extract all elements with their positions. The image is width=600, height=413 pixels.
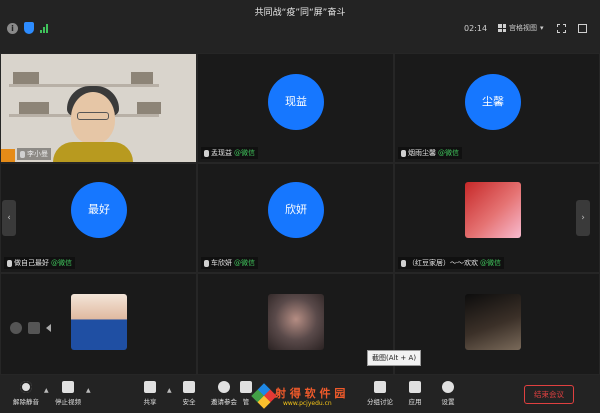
toolbar-label: 安全 bbox=[182, 398, 196, 406]
participant-namebar: 做自己最好 @微信 bbox=[4, 257, 75, 269]
mic-icon bbox=[20, 150, 25, 158]
chevron-down-icon: ▾ bbox=[540, 24, 544, 32]
wechat-suffix: @微信 bbox=[234, 259, 255, 267]
apps-icon bbox=[409, 381, 421, 393]
meeting-timer: 02:14 bbox=[464, 24, 488, 33]
invite-icon bbox=[218, 381, 230, 393]
mic-muted-icon bbox=[20, 381, 32, 393]
stop-video-button[interactable]: 停止视频 bbox=[48, 381, 88, 406]
view-mode-button[interactable]: 宫格视图 ▾ bbox=[498, 23, 544, 33]
site-watermark: 射 得 软 件 园 www.pcjyedu.cn bbox=[251, 383, 355, 413]
shield-icon bbox=[183, 381, 195, 393]
security-button[interactable]: 安全 bbox=[169, 381, 209, 406]
participant-namebar: （红豆家居）～～欢欢 @微信 bbox=[398, 257, 504, 269]
mic-icon bbox=[401, 259, 406, 267]
toolbar-label: 应用 bbox=[408, 398, 422, 406]
participant-namebar: 李小曼 bbox=[17, 148, 51, 160]
end-meeting-button[interactable]: 结束会议 bbox=[524, 385, 574, 404]
collapse-arrow-icon[interactable] bbox=[46, 324, 51, 332]
watermark-text: 射 得 软 件 园 bbox=[275, 387, 346, 400]
participant-name: 李小曼 bbox=[27, 150, 48, 158]
breakout-icon bbox=[374, 381, 386, 393]
profile-photo bbox=[268, 294, 324, 350]
avatar: 最好 bbox=[71, 182, 127, 238]
video-icon bbox=[62, 381, 74, 393]
participant-namebar: 孟现益 @微信 bbox=[201, 147, 258, 159]
participant-tile[interactable]: 欣妍 车欣妍 @微信 bbox=[197, 163, 394, 273]
profile-photo bbox=[465, 294, 521, 350]
mic-icon bbox=[204, 259, 209, 267]
wechat-suffix: @微信 bbox=[51, 259, 72, 267]
previous-page-arrow-icon[interactable]: ‹ bbox=[2, 200, 16, 236]
signal-icon[interactable] bbox=[40, 23, 48, 33]
participant-tile[interactable] bbox=[197, 273, 394, 375]
participant-name: 车欣妍 bbox=[211, 259, 232, 267]
bottom-toolbar: 解除静音 ▲ 停止视频 ▲ 共享 ▲ 安全 邀请参会 管 射 得 软 件 园 w… bbox=[0, 375, 600, 413]
participant-tile[interactable]: 尘馨 烟雨尘馨 @微信 bbox=[394, 53, 600, 163]
security-shield-icon[interactable] bbox=[24, 22, 34, 34]
chevron-up-icon[interactable]: ▲ bbox=[86, 387, 91, 394]
toolbar-label: 解除静音 bbox=[13, 398, 39, 406]
participant-tile[interactable]: 最好 做自己最好 @微信 bbox=[0, 163, 197, 273]
screenshot-tooltip: 截图(Alt + A) bbox=[367, 350, 422, 366]
participant-tile-video[interactable]: 李小曼 bbox=[0, 53, 197, 163]
participant-tile[interactable]: （红豆家居）～～欢欢 @微信 bbox=[394, 163, 600, 273]
wechat-suffix: @微信 bbox=[234, 149, 255, 157]
chat-icon[interactable] bbox=[28, 322, 40, 334]
emoji-icon[interactable] bbox=[10, 322, 22, 334]
wechat-suffix: @微信 bbox=[480, 259, 501, 267]
participant-name: 做自己最好 bbox=[14, 259, 49, 267]
share-screen-icon bbox=[144, 381, 156, 393]
top-left-icons: i bbox=[7, 22, 48, 34]
share-button[interactable]: 共享 bbox=[130, 381, 170, 406]
watermark-url: www.pcjyedu.cn bbox=[283, 400, 332, 407]
watermark-logo-icon bbox=[251, 383, 277, 409]
gear-icon bbox=[442, 381, 454, 393]
participant-tile[interactable] bbox=[394, 273, 600, 375]
info-icon[interactable]: i bbox=[7, 22, 18, 34]
mic-icon bbox=[204, 149, 209, 157]
view-mode-label: 宫格视图 bbox=[509, 24, 537, 32]
host-badge-icon bbox=[1, 149, 15, 162]
participant-video bbox=[1, 54, 196, 162]
unmute-button[interactable]: 解除静音 bbox=[6, 381, 46, 406]
profile-photo bbox=[465, 182, 521, 238]
participant-tile[interactable]: 现益 孟现益 @微信 bbox=[197, 53, 394, 163]
participant-name: （红豆家居）～～欢欢 bbox=[408, 259, 478, 267]
avatar: 现益 bbox=[268, 74, 324, 130]
toolbar-label: 分组讨论 bbox=[367, 398, 393, 406]
participant-grid: 李小曼 现益 孟现益 @微信 尘馨 烟雨尘馨 @微信 最好 做自己最好 @微信 欣妍 … bbox=[0, 53, 600, 375]
toolbar-label: 停止视频 bbox=[55, 398, 81, 406]
participant-name: 烟雨尘馨 bbox=[408, 149, 436, 157]
next-page-arrow-icon[interactable]: › bbox=[576, 200, 590, 236]
avatar: 尘馨 bbox=[465, 74, 521, 130]
toolbar-label: 共享 bbox=[143, 398, 157, 406]
breakout-button[interactable]: 分组讨论 bbox=[360, 381, 400, 406]
top-bar: 共同战“疫”同“屏”奋斗 i 02:14 宫格视图 ▾ bbox=[0, 0, 600, 55]
floating-tools bbox=[10, 322, 51, 334]
toolbar-label: 管 bbox=[242, 398, 250, 406]
participant-namebar: 车欣妍 @微信 bbox=[201, 257, 258, 269]
window-icon[interactable] bbox=[578, 24, 587, 33]
fullscreen-icon[interactable] bbox=[557, 24, 566, 33]
manage-icon bbox=[240, 381, 252, 393]
participant-name: 孟现益 bbox=[211, 149, 232, 157]
meeting-title: 共同战“疫”同“屏”奋斗 bbox=[254, 8, 346, 18]
avatar: 欣妍 bbox=[268, 182, 324, 238]
grid-view-icon bbox=[498, 24, 506, 32]
mic-icon bbox=[7, 259, 12, 267]
participant-namebar: 烟雨尘馨 @微信 bbox=[398, 147, 462, 159]
settings-button[interactable]: 设置 bbox=[428, 381, 468, 406]
wechat-suffix: @微信 bbox=[438, 149, 459, 157]
toolbar-label: 设置 bbox=[441, 398, 455, 406]
mic-icon bbox=[401, 149, 406, 157]
profile-photo bbox=[71, 294, 127, 350]
